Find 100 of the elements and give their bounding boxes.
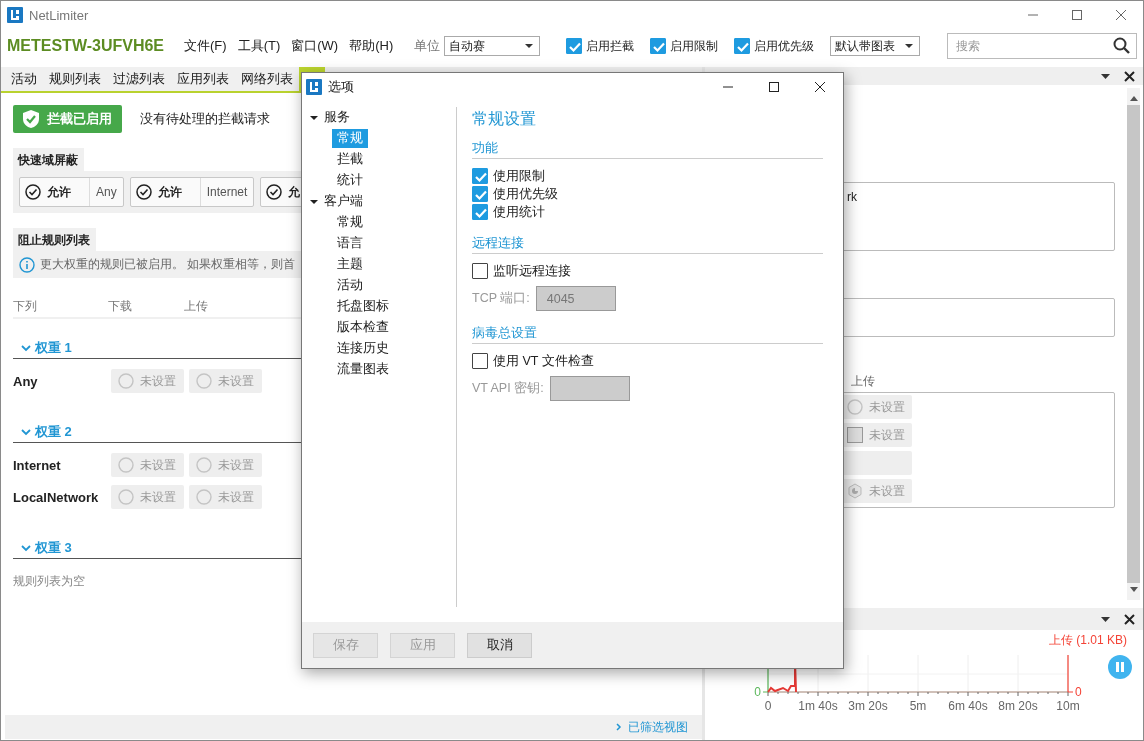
scroll-down-icon[interactable] (1129, 587, 1138, 592)
chip-label: 未设置 (869, 426, 905, 444)
radio-icon (118, 457, 134, 473)
checkbox-label: 使用 VT 文件检查 (493, 352, 594, 370)
checkbox-label: 启用限制 (670, 37, 719, 55)
checkbox-label: 启用拦截 (586, 37, 635, 55)
chevron-icon[interactable] (21, 344, 31, 352)
chip-label: 未设置 (218, 488, 254, 506)
menu-item[interactable]: 窗口(W) (291, 35, 339, 57)
close-icon[interactable] (1124, 70, 1135, 82)
caret-icon[interactable] (1101, 616, 1110, 622)
caret-icon (905, 44, 914, 48)
tree-item[interactable]: 拦截 (332, 150, 368, 169)
tab[interactable]: 应用列表 (171, 67, 235, 91)
rule-name: LocalNetwork (13, 489, 100, 505)
axis-label: 0 (754, 685, 761, 699)
tree-item[interactable]: 常规 (332, 213, 368, 232)
column-header: 上传 (850, 373, 876, 390)
tab[interactable]: 活动 (5, 67, 43, 91)
tree-item[interactable]: 服务 (324, 108, 355, 127)
chip-label: 未设置 (869, 482, 905, 500)
tree-item[interactable]: 活动 (332, 276, 368, 295)
rule-name: Any (13, 373, 39, 389)
quick-block-chip[interactable]: 允许 Any (19, 177, 124, 207)
chart-dropdown[interactable]: 默认带图表 (830, 36, 921, 56)
maximize-icon[interactable] (768, 81, 780, 93)
section-title: 远程连接 (472, 235, 823, 254)
checkbox[interactable] (472, 263, 488, 279)
axis-label: 0 (1075, 685, 1082, 699)
radio-icon (196, 489, 212, 505)
check-circle-icon (266, 184, 283, 200)
tab[interactable]: 规则列表 (43, 67, 107, 91)
close-icon[interactable] (814, 81, 826, 93)
checkbox-label: 使用统计 (493, 203, 545, 221)
chip-label: 未设置 (218, 456, 254, 474)
checkbox[interactable] (734, 38, 751, 54)
input-field: 4045 (535, 286, 616, 311)
pause-button[interactable] (1108, 655, 1132, 679)
chip-label: 未设置 (140, 456, 176, 474)
column-header: 下列 (13, 298, 38, 315)
tab[interactable]: 网络列表 (235, 67, 299, 91)
tab[interactable]: 过滤列表 (107, 67, 171, 91)
checkbox[interactable] (650, 38, 667, 54)
tree-item[interactable]: 主题 (332, 255, 368, 274)
axis-label: 0 (764, 699, 772, 713)
chip-action: 允 (288, 183, 301, 201)
legend-label: 上传 (1.01 KB) (1048, 633, 1127, 647)
tree-item[interactable]: 流量图表 (332, 360, 394, 379)
tree-item[interactable]: 语言 (332, 234, 368, 253)
search-field[interactable]: 搜索 (947, 33, 1137, 59)
checkbox-label: 使用限制 (493, 167, 545, 185)
empty-list-text: 规则列表为空 (13, 573, 86, 590)
shield-check-icon (21, 109, 41, 129)
expand-arrow-icon[interactable] (310, 115, 318, 120)
chevron-icon[interactable] (21, 544, 31, 552)
dialog-title: 选项 (328, 78, 354, 96)
status-message: 没有待处理的拦截请求 (140, 110, 270, 128)
square-icon (847, 427, 863, 443)
chevron-icon (616, 723, 622, 731)
checkbox-label: 启用优先级 (754, 37, 815, 55)
column-header: 上传 (184, 298, 208, 315)
caret-icon (525, 44, 534, 48)
close-icon[interactable] (1124, 613, 1135, 625)
group-title: 权重 2 (35, 423, 72, 441)
field-label: VT API 密钥: (472, 380, 544, 397)
checkbox[interactable] (472, 353, 488, 369)
expand-arrow-icon[interactable] (310, 199, 318, 204)
unit-dropdown[interactable]: 自动赛 (444, 36, 541, 56)
menu-item[interactable]: 文件(F) (184, 35, 227, 57)
window-title: NetLimiter (29, 7, 89, 23)
caret-icon[interactable] (1101, 73, 1110, 79)
item-text: rk (847, 190, 857, 204)
chip-target: Any (89, 178, 123, 206)
menu-item[interactable]: 帮助(H) (349, 35, 394, 57)
checkbox[interactable] (472, 204, 488, 220)
chip-label: 未设置 (140, 372, 176, 390)
radio-icon (118, 489, 134, 505)
unit-label: 单位 (414, 37, 441, 55)
section-header: 快速域屏蔽 (13, 148, 84, 171)
info-text: 更大权重的规则已被启用。 如果权重相等，则首 (40, 256, 296, 273)
menu-item[interactable]: 工具(T) (237, 35, 281, 57)
tree-item[interactable]: 版本检查 (332, 318, 394, 337)
hexagon-icon (847, 483, 863, 499)
checkbox[interactable] (472, 168, 488, 184)
chevron-icon[interactable] (21, 428, 31, 436)
chip-action: 允许 (157, 183, 182, 201)
tree-item[interactable]: 统计 (332, 171, 368, 190)
column-header: 下载 (108, 298, 133, 315)
checkbox[interactable] (472, 186, 488, 202)
tree-item[interactable]: 连接历史 (332, 339, 394, 358)
axis-label: 8m 20s (998, 699, 1038, 713)
scroll-up-icon[interactable] (1129, 96, 1138, 101)
radio-icon (118, 373, 134, 389)
tree-item[interactable]: 托盘图标 (332, 297, 394, 316)
quick-block-chip[interactable]: 允许 Internet (129, 177, 255, 207)
tree-item[interactable]: 客户端 (324, 192, 368, 211)
chip-action: 允许 (47, 183, 71, 201)
group-title: 权重 1 (35, 339, 72, 357)
cancel-button[interactable]: 取消 (467, 632, 532, 658)
checkbox[interactable] (566, 38, 583, 54)
